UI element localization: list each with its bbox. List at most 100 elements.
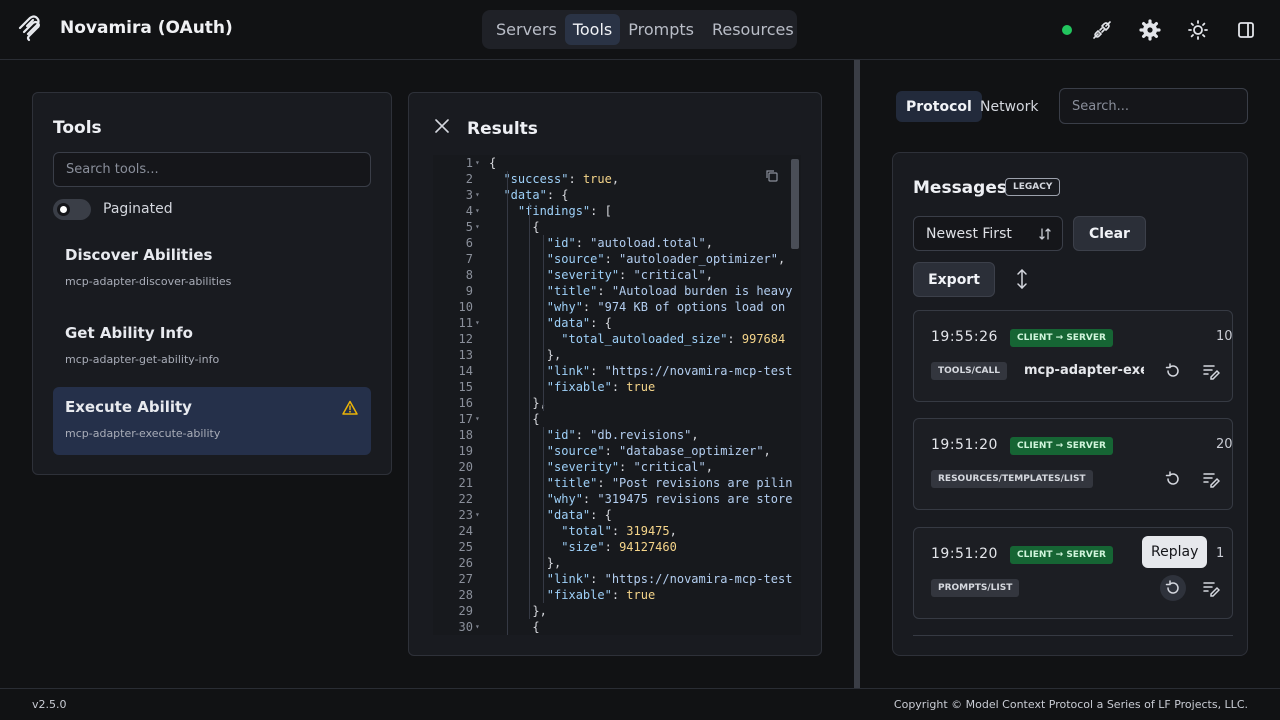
code-text: },	[489, 348, 562, 362]
code-text: "size": 94127460	[561, 540, 677, 554]
code-line: 14 "link": "https://novamira-mcp-test	[433, 363, 801, 379]
line-number: 27	[458, 572, 473, 586]
replay-icon[interactable]	[1164, 470, 1182, 488]
fold-chevron-icon[interactable]: ▾	[475, 219, 480, 235]
json-code-viewer[interactable]: 1 ▾{2 "success": true, 3 ▾ "data": {4 ▾ "fin…	[433, 155, 801, 635]
message-size: 10	[1216, 329, 1233, 344]
messages-search-input[interactable]	[1059, 88, 1248, 124]
fold-chevron-icon[interactable]: ▾	[475, 619, 480, 635]
edit-list-icon[interactable]	[1202, 579, 1220, 597]
fold-chevron-icon[interactable]: ▾	[475, 507, 480, 523]
message-card[interactable]: 19:55:26 CLIENT → SERVER 10 TOOLS/CALL m…	[913, 310, 1233, 402]
method-badge: PROMPTS/LIST	[931, 579, 1020, 597]
fold-chevron-icon[interactable]: ▾	[475, 203, 480, 219]
code-line: 30 ▾ {	[433, 619, 801, 635]
replay-icon[interactable]	[1164, 362, 1182, 380]
tool-item-get-ability-info[interactable]: Get Ability Info mcp-adapter-get-ability…	[53, 313, 371, 381]
code-scrollbar[interactable]	[791, 159, 799, 249]
line-number: 25	[458, 540, 473, 554]
edit-list-icon[interactable]	[1202, 470, 1220, 488]
line-number: 10	[458, 300, 473, 314]
code-line: 2 "success": true,	[433, 171, 801, 187]
tool-item-discover-abilities[interactable]: Discover Abilities mcp-adapter-discover-…	[53, 235, 371, 303]
tools-search-input[interactable]	[53, 152, 371, 187]
tool-id: mcp-adapter-execute-ability	[65, 427, 221, 440]
method-badge: TOOLS/CALL	[931, 362, 1007, 380]
tab-tools[interactable]: Tools	[564, 14, 621, 45]
copy-icon[interactable]	[765, 169, 779, 183]
toggle-knob	[57, 203, 70, 216]
app-header: Novamira (OAuth) Servers Tools Prompts R…	[0, 0, 1280, 60]
code-line: 28 "fixable": true	[433, 587, 801, 603]
tab-resources[interactable]: Resources	[704, 14, 802, 45]
direction-badge: CLIENT → SERVER	[1010, 546, 1113, 564]
sort-order-select[interactable]: Newest First	[913, 216, 1063, 251]
code-line: 6 "id": "autoload.total",	[433, 235, 801, 251]
code-line: 5 ▾ {	[433, 219, 801, 235]
code-line: 9 "title": "Autoload burden is heavy	[433, 283, 801, 299]
fold-chevron-icon[interactable]: ▾	[475, 315, 480, 331]
code-text: "fixable": true	[546, 588, 656, 602]
version-label: v2.5.0	[32, 698, 67, 711]
replay-button-hover[interactable]	[1160, 575, 1186, 601]
message-tool-name: mcp-adapter-execute-ability	[1024, 363, 1144, 378]
code-line: 17 ▾ {	[433, 411, 801, 427]
code-line: 15 "fixable": true	[433, 379, 801, 395]
line-number: 26	[458, 556, 473, 570]
code-line: 7 "source": "autoloader_optimizer",	[433, 251, 801, 267]
edit-list-icon[interactable]	[1202, 362, 1220, 380]
tab-protocol[interactable]: Protocol	[896, 91, 982, 122]
export-button[interactable]: Export	[913, 262, 995, 297]
code-line: 24 "total": 319475,	[433, 523, 801, 539]
line-number: 30	[458, 620, 473, 634]
paginated-toggle[interactable]	[53, 199, 91, 220]
tools-panel-title: Tools	[53, 118, 102, 138]
tools-panel: Tools Paginated Discover Abilities mcp-a…	[32, 92, 392, 475]
code-text: },	[489, 604, 547, 618]
code-text: },	[489, 556, 562, 570]
line-number: 16	[458, 396, 473, 410]
tool-name: Execute Ability	[65, 398, 192, 416]
code-line: 20 "severity": "critical",	[433, 459, 801, 475]
plug-connection-icon[interactable]	[1091, 19, 1113, 41]
tool-item-execute-ability[interactable]: Execute Ability mcp-adapter-execute-abil…	[53, 387, 371, 455]
code-line: 22 "why": "319475 revisions are store	[433, 491, 801, 507]
method-badge: RESOURCES/TEMPLATES/LIST	[931, 470, 1093, 488]
code-text: "severity": "critical",	[546, 460, 713, 474]
line-number: 17	[458, 412, 473, 426]
connection-status-indicator	[1062, 25, 1072, 35]
sun-icon[interactable]	[1187, 19, 1209, 41]
line-number: 3	[465, 188, 473, 202]
line-number: 1	[465, 156, 473, 170]
fold-chevron-icon[interactable]: ▾	[475, 155, 480, 171]
fold-chevron-icon[interactable]: ▾	[475, 187, 480, 203]
results-panel-title: Results	[467, 119, 538, 139]
line-number: 24	[458, 524, 473, 538]
app-title: Novamira (OAuth)	[60, 18, 233, 38]
code-line: 29 },	[433, 603, 801, 619]
fold-chevron-icon[interactable]: ▾	[475, 411, 480, 427]
tab-prompts[interactable]: Prompts	[620, 14, 702, 45]
gear-icon[interactable]	[1139, 19, 1161, 41]
message-card[interactable]: 19:51:20 CLIENT → SERVER 20 RESOURCES/TE…	[913, 418, 1233, 510]
line-number: 2	[465, 172, 473, 186]
code-text: "title": "Autoload burden is heavy	[546, 284, 793, 298]
clear-button[interactable]: Clear	[1073, 216, 1146, 251]
close-icon[interactable]	[434, 118, 450, 134]
tab-servers[interactable]: Servers	[488, 14, 565, 45]
tool-name: Get Ability Info	[65, 324, 193, 342]
mcp-logo-icon	[18, 15, 40, 42]
message-size: 1	[1216, 546, 1225, 561]
messages-title: Messages	[913, 178, 1007, 198]
code-line: 27 "link": "https://novamira-mcp-test	[433, 571, 801, 587]
line-number: 7	[465, 252, 473, 266]
panel-resize-handle[interactable]	[854, 60, 860, 688]
code-line: 25 "size": 94127460	[433, 539, 801, 555]
expand-collapse-icon[interactable]	[1014, 268, 1030, 290]
tool-id: mcp-adapter-discover-abilities	[65, 275, 232, 288]
sidebar-toggle-icon[interactable]	[1235, 19, 1257, 41]
code-line: 4 ▾ "findings": [	[433, 203, 801, 219]
line-number: 8	[465, 268, 473, 282]
tab-network[interactable]: Network	[970, 91, 1048, 122]
line-number: 9	[465, 284, 473, 298]
